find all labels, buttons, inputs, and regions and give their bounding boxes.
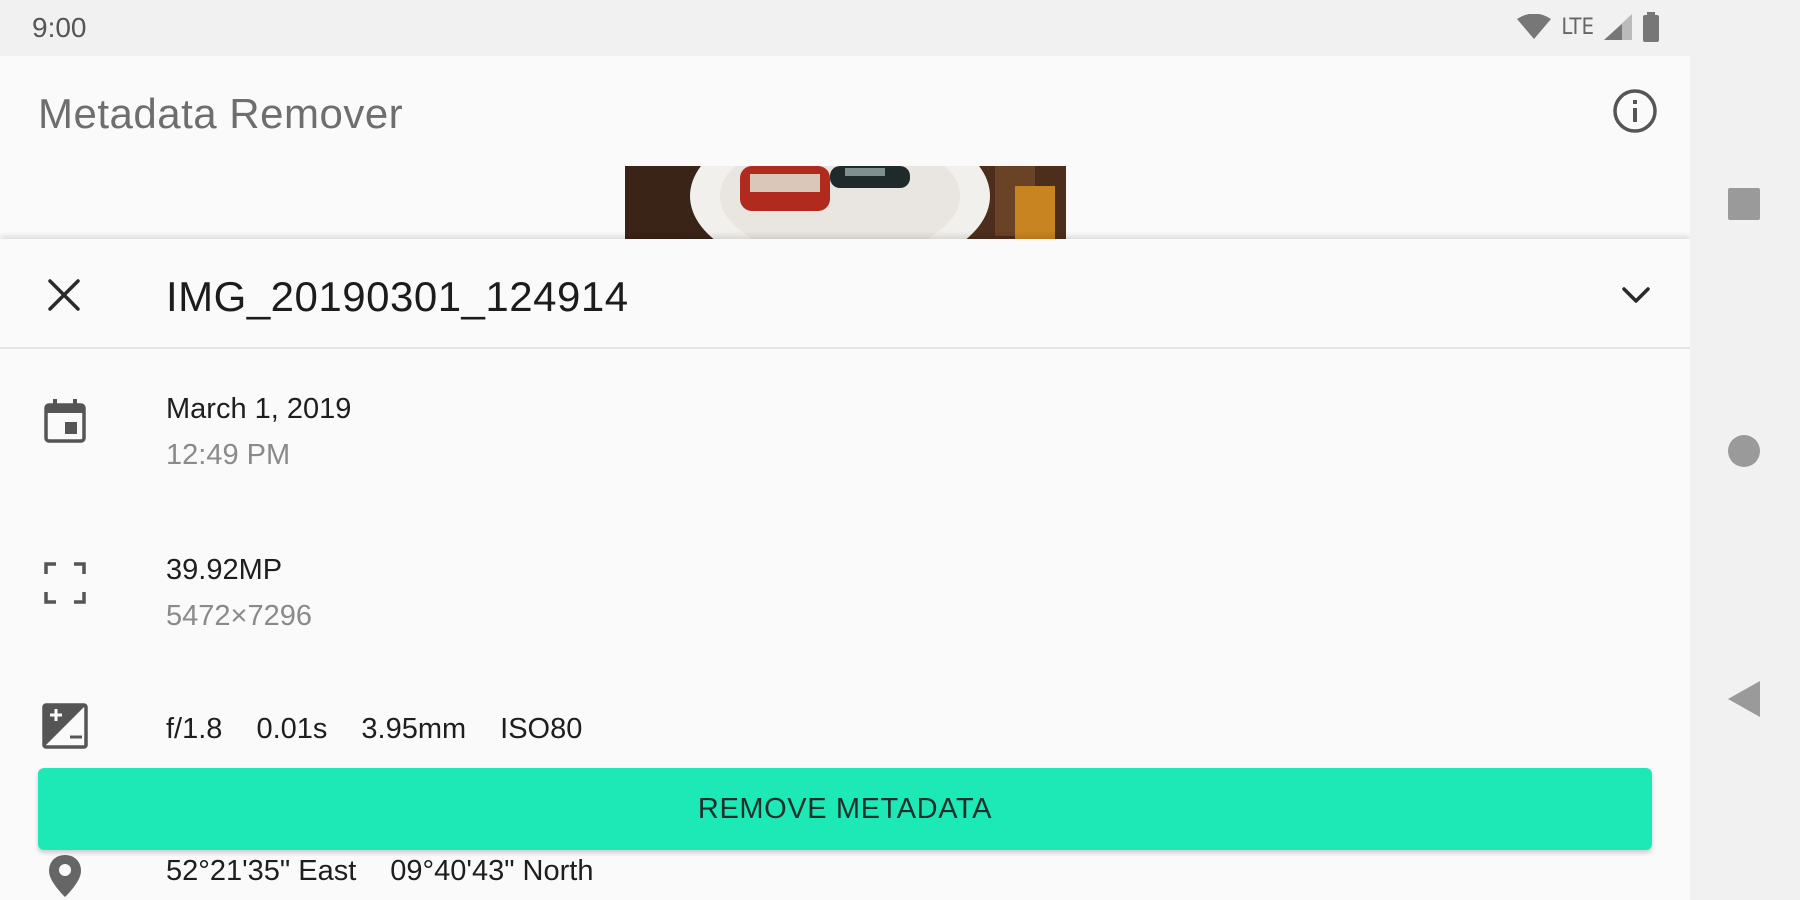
location-pin-icon (49, 855, 81, 897)
aperture-value: f/1.8 (166, 713, 223, 745)
status-icons: LTE (1517, 12, 1660, 42)
iso-value: ISO80 (500, 713, 583, 745)
status-bar: 9:00 LTE (0, 0, 1690, 56)
app-bar: Metadata Remover (0, 56, 1690, 164)
chevron-down-icon[interactable] (1616, 275, 1656, 315)
latitude-value: 09°40'43" North (390, 855, 594, 887)
exif-values: f/1.8 0.01s 3.95mm ISO80 (166, 713, 582, 746)
status-time: 9:00 (32, 12, 87, 43)
app-title: Metadata Remover (38, 90, 404, 137)
resolution-row: 39.92MP 5472×7296 (0, 550, 1690, 640)
network-label: LTE (1561, 14, 1594, 40)
sheet-header: IMG_20190301_124914 (0, 239, 1690, 349)
focal-length-value: 3.95mm (361, 713, 467, 745)
square-icon[interactable] (1726, 186, 1762, 222)
wifi-icon (1517, 14, 1552, 39)
fullscreen-icon (44, 562, 86, 604)
battery-icon (1643, 12, 1659, 42)
shutter-value: 0.01s (256, 713, 328, 745)
coordinates: 52°21'35" East 09°40'43" North (166, 855, 593, 888)
file-name: IMG_20190301_124914 (166, 273, 629, 320)
longitude-value: 52°21'35" East (166, 855, 357, 887)
system-navigation-bar (1690, 0, 1800, 900)
app-window: Metadata Remover IMG_20190301_124914 Mar… (0, 56, 1690, 900)
triangle-back-icon[interactable] (1726, 679, 1762, 719)
info-icon[interactable] (1612, 88, 1658, 134)
date-row: March 1, 2019 12:49 PM (0, 389, 1690, 479)
location-row: 52°21'35" East 09°40'43" North (0, 843, 1690, 900)
calendar-icon (44, 399, 86, 443)
megapixels-value: 39.92MP (166, 554, 283, 586)
dimensions-value: 5472×7296 (166, 600, 312, 632)
exposure-icon (42, 703, 88, 749)
circle-icon[interactable] (1726, 433, 1762, 469)
remove-metadata-button[interactable]: REMOVE METADATA (38, 768, 1652, 850)
date-value: March 1, 2019 (166, 393, 352, 425)
time-value: 12:49 PM (166, 439, 291, 471)
close-icon[interactable] (44, 275, 84, 315)
signal-icon (1604, 14, 1632, 40)
